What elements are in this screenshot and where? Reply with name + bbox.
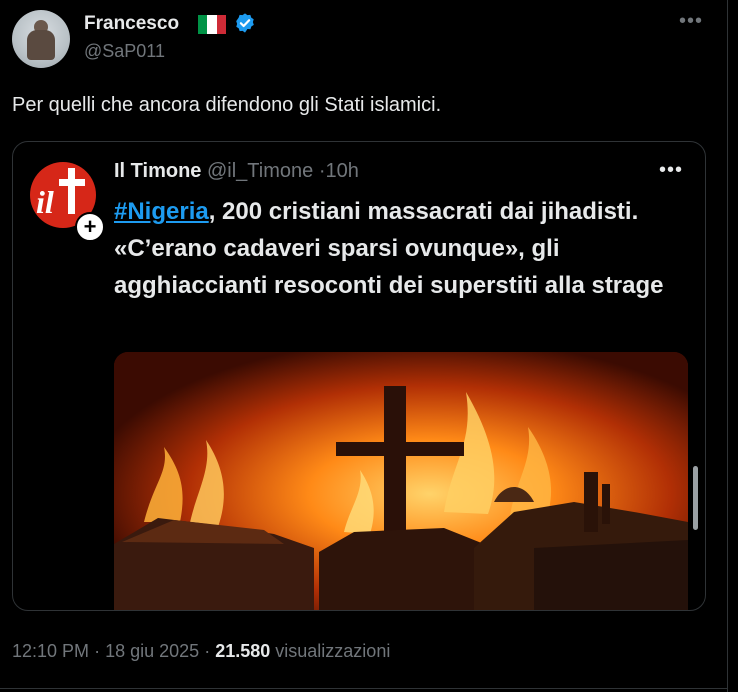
scrollbar-thumb[interactable] [693, 466, 698, 530]
quoted-post-header: Il Timone @il_Timone ·10h [114, 160, 359, 183]
post-metadata: 12:10 PM · 18 giu 2025 · 21.580 visualiz… [12, 641, 390, 662]
cross-vertical [68, 168, 75, 214]
quoted-more-options-icon[interactable]: ••• [659, 159, 683, 182]
flag-red-stripe [216, 15, 226, 34]
meta-separator: · [94, 641, 101, 661]
fire-scene-illustration [114, 352, 688, 610]
avatar-logo-text: il [36, 184, 54, 220]
author-handle[interactable]: @SaP011 [84, 41, 165, 62]
more-options-icon[interactable]: ••• [679, 10, 703, 33]
post-text: Per quelli che ancora difendono gli Stat… [12, 94, 442, 116]
italy-flag-icon [198, 15, 226, 34]
hashtag-link[interactable]: #Nigeria [114, 198, 209, 225]
views-count[interactable]: 21.580 [215, 641, 270, 661]
quoted-author-handle[interactable]: @il_Timone [207, 160, 313, 182]
quoted-post-card[interactable]: il + Il Timone @il_Timone ·10h ••• #Nige… [12, 141, 706, 611]
quoted-post-text: #Nigeria, 200 cristiani massacrati dai j… [114, 193, 689, 304]
cross-horizontal [59, 179, 85, 186]
meta-separator: · [204, 641, 211, 661]
quoted-author-name[interactable]: Il Timone [114, 160, 201, 182]
flag-white-stripe [207, 15, 217, 34]
author-avatar[interactable] [12, 10, 70, 68]
avatar-torso [27, 30, 55, 60]
post-date[interactable]: 18 giu 2025 [105, 641, 199, 661]
views-label[interactable]: visualizzazioni [275, 641, 390, 661]
verified-badge-icon[interactable] [234, 12, 256, 34]
quoted-post-image[interactable] [114, 352, 688, 610]
column-divider [727, 0, 728, 692]
follow-plus-icon[interactable]: + [75, 212, 105, 242]
flag-green-stripe [198, 15, 208, 34]
quoted-post-time[interactable]: 10h [325, 160, 358, 182]
post-time[interactable]: 12:10 PM [12, 641, 89, 661]
author-name[interactable]: Francesco [84, 13, 179, 35]
post-divider [0, 688, 727, 689]
